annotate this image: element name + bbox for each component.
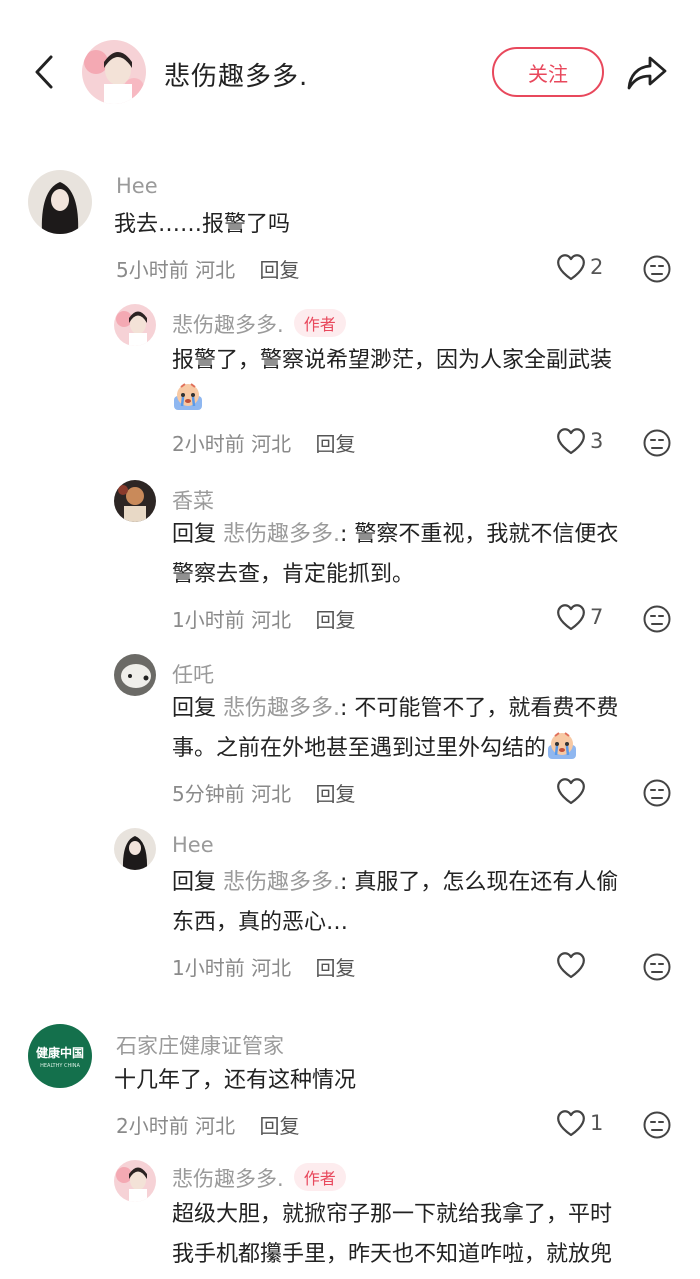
comment-text-line: 警察去查，肯定能抓到。 bbox=[172, 562, 415, 587]
comment-author[interactable]: 任吒 bbox=[172, 659, 214, 689]
like-button[interactable]: 1 bbox=[556, 1106, 603, 1140]
comment-author[interactable]: 悲伤趣多多. 作者 bbox=[172, 309, 346, 339]
follow-button[interactable]: 关注 bbox=[492, 47, 604, 97]
comment-text: 报警了，警察说希望渺茫，因为人家全副武装 bbox=[172, 342, 612, 380]
comment-text: 事。之前在外地甚至遇到过里外勾结的 bbox=[172, 730, 578, 768]
share-icon bbox=[627, 56, 667, 90]
avatar[interactable] bbox=[114, 304, 156, 346]
comment-location: 河北 bbox=[195, 1114, 236, 1138]
reply-button[interactable]: 回复 bbox=[315, 608, 355, 632]
reply-prefix: 回复 bbox=[172, 696, 217, 721]
avatar-logo-subtext: HEALTHY CHINA bbox=[40, 1062, 80, 1069]
avatar-logo-text: 健康中国 bbox=[35, 1045, 84, 1060]
comment-time: 5分钟前 bbox=[172, 782, 245, 806]
dislike-icon[interactable] bbox=[642, 778, 672, 808]
like-button[interactable]: 2 bbox=[556, 250, 603, 284]
comment-text-line: : 警察不重视，我就不信便衣 bbox=[340, 522, 619, 547]
like-count: 7 bbox=[590, 605, 604, 629]
dislike-icon[interactable] bbox=[642, 1110, 672, 1140]
comment-text-line: 事。之前在外地甚至遇到过里外勾结的 bbox=[172, 736, 547, 761]
like-button[interactable]: 7 bbox=[556, 600, 603, 634]
heart-icon bbox=[557, 428, 585, 455]
comment-location: 河北 bbox=[251, 956, 292, 980]
crying-emoji-icon bbox=[172, 382, 204, 412]
avatar[interactable] bbox=[28, 170, 92, 234]
reply-button[interactable]: 回复 bbox=[259, 1114, 299, 1138]
avatar[interactable] bbox=[114, 654, 156, 696]
heart-icon bbox=[557, 778, 585, 805]
heart-icon bbox=[557, 604, 585, 631]
author-avatar[interactable] bbox=[82, 40, 146, 104]
reply-target-name[interactable]: 悲伤趣多多. bbox=[223, 696, 340, 721]
page-title: 悲伤趣多多. bbox=[164, 62, 309, 92]
reply-button[interactable]: 回复 bbox=[315, 956, 355, 980]
comment-author[interactable]: 悲伤趣多多. 作者 bbox=[172, 1163, 346, 1193]
top-bar: 悲伤趣多多. 关注 bbox=[0, 0, 700, 140]
avatar[interactable] bbox=[114, 828, 156, 870]
like-count: 2 bbox=[590, 255, 604, 279]
comment-meta: 5分钟前 河北 回复 bbox=[172, 778, 355, 807]
reply-target-name[interactable]: 悲伤趣多多. bbox=[223, 870, 340, 895]
reply-target-name[interactable]: 悲伤趣多多. bbox=[223, 522, 340, 547]
comment-meta: 5小时前 河北 回复 bbox=[116, 254, 299, 283]
comment-text: 我去……报警了吗 bbox=[114, 212, 291, 237]
dislike-icon[interactable] bbox=[642, 428, 672, 458]
comment-time: 1小时前 bbox=[172, 956, 245, 980]
heart-icon bbox=[557, 254, 585, 281]
comment-text-line: : 不可能管不了，就看费不费 bbox=[340, 696, 619, 721]
comment-text: 回复 悲伤趣多多.: 真服了，怎么现在还有人偷 bbox=[172, 864, 618, 902]
heart-icon bbox=[557, 1110, 585, 1137]
reply-button[interactable]: 回复 bbox=[315, 782, 355, 806]
comment-author[interactable]: 香菜 bbox=[172, 485, 214, 515]
comment-location: 河北 bbox=[251, 432, 292, 456]
dislike-icon[interactable] bbox=[642, 952, 672, 982]
comment-location: 河北 bbox=[251, 608, 292, 632]
reply-prefix: 回复 bbox=[172, 870, 217, 895]
comment-text: 回复 悲伤趣多多.: 不可能管不了，就看费不费 bbox=[172, 690, 618, 728]
reply-button[interactable]: 回复 bbox=[315, 432, 355, 456]
comment-meta: 1小时前 河北 回复 bbox=[172, 604, 355, 633]
comment-author[interactable]: 石家庄健康证管家 bbox=[116, 1030, 284, 1060]
back-button[interactable] bbox=[28, 52, 60, 92]
dislike-icon[interactable] bbox=[642, 254, 672, 284]
like-button[interactable]: 3 bbox=[556, 424, 603, 458]
crying-emoji-icon bbox=[548, 732, 577, 759]
comment-author[interactable]: Hee bbox=[172, 833, 214, 857]
author-name[interactable]: 悲伤趣多多. bbox=[172, 313, 284, 337]
comment-time: 1小时前 bbox=[172, 608, 245, 632]
comment-time: 2小时前 bbox=[172, 432, 245, 456]
comment-text-line: 东西，真的恶心… bbox=[172, 910, 349, 935]
heart-icon bbox=[557, 952, 585, 979]
avatar[interactable]: 健康中国 HEALTHY CHINA bbox=[28, 1024, 92, 1088]
comment-meta: 2小时前 河北 回复 bbox=[172, 428, 355, 457]
chevron-left-icon bbox=[35, 55, 53, 89]
comment-location: 河北 bbox=[195, 258, 236, 282]
comment-text-line: 我手机都攥手里，昨天也不知道咋啦，就放兜 bbox=[172, 1242, 613, 1267]
avatar[interactable] bbox=[114, 1160, 156, 1202]
like-button[interactable] bbox=[556, 948, 586, 982]
author-badge: 作者 bbox=[293, 309, 346, 337]
comment-text-line: 超级大胆，就掀帘子那一下就给我拿了，平时 bbox=[172, 1202, 613, 1227]
comment-text-line: 报警了，警察说希望渺茫，因为人家全副武装 bbox=[172, 348, 613, 373]
comment-text-line: : 真服了，怎么现在还有人偷 bbox=[340, 870, 619, 895]
comment-meta: 1小时前 河北 回复 bbox=[172, 952, 355, 981]
reply-prefix: 回复 bbox=[172, 522, 217, 547]
share-button[interactable] bbox=[624, 50, 670, 96]
avatar[interactable] bbox=[114, 480, 156, 522]
like-count: 3 bbox=[590, 429, 604, 453]
reply-button[interactable]: 回复 bbox=[259, 258, 299, 282]
like-button[interactable] bbox=[556, 774, 586, 808]
comment-meta: 2小时前 河北 回复 bbox=[116, 1110, 299, 1139]
dislike-icon[interactable] bbox=[642, 604, 672, 634]
comment-text: 回复 悲伤趣多多.: 警察不重视，我就不信便衣 bbox=[172, 516, 618, 554]
like-count: 1 bbox=[590, 1111, 604, 1135]
comment-time: 2小时前 bbox=[116, 1114, 189, 1138]
author-badge: 作者 bbox=[293, 1163, 346, 1191]
comment-time: 5小时前 bbox=[116, 258, 189, 282]
author-name[interactable]: 悲伤趣多多. bbox=[172, 1167, 284, 1191]
comment-location: 河北 bbox=[251, 782, 292, 806]
comment-text: 十几年了，还有这种情况 bbox=[114, 1068, 357, 1093]
comment-author[interactable]: Hee bbox=[116, 174, 158, 198]
